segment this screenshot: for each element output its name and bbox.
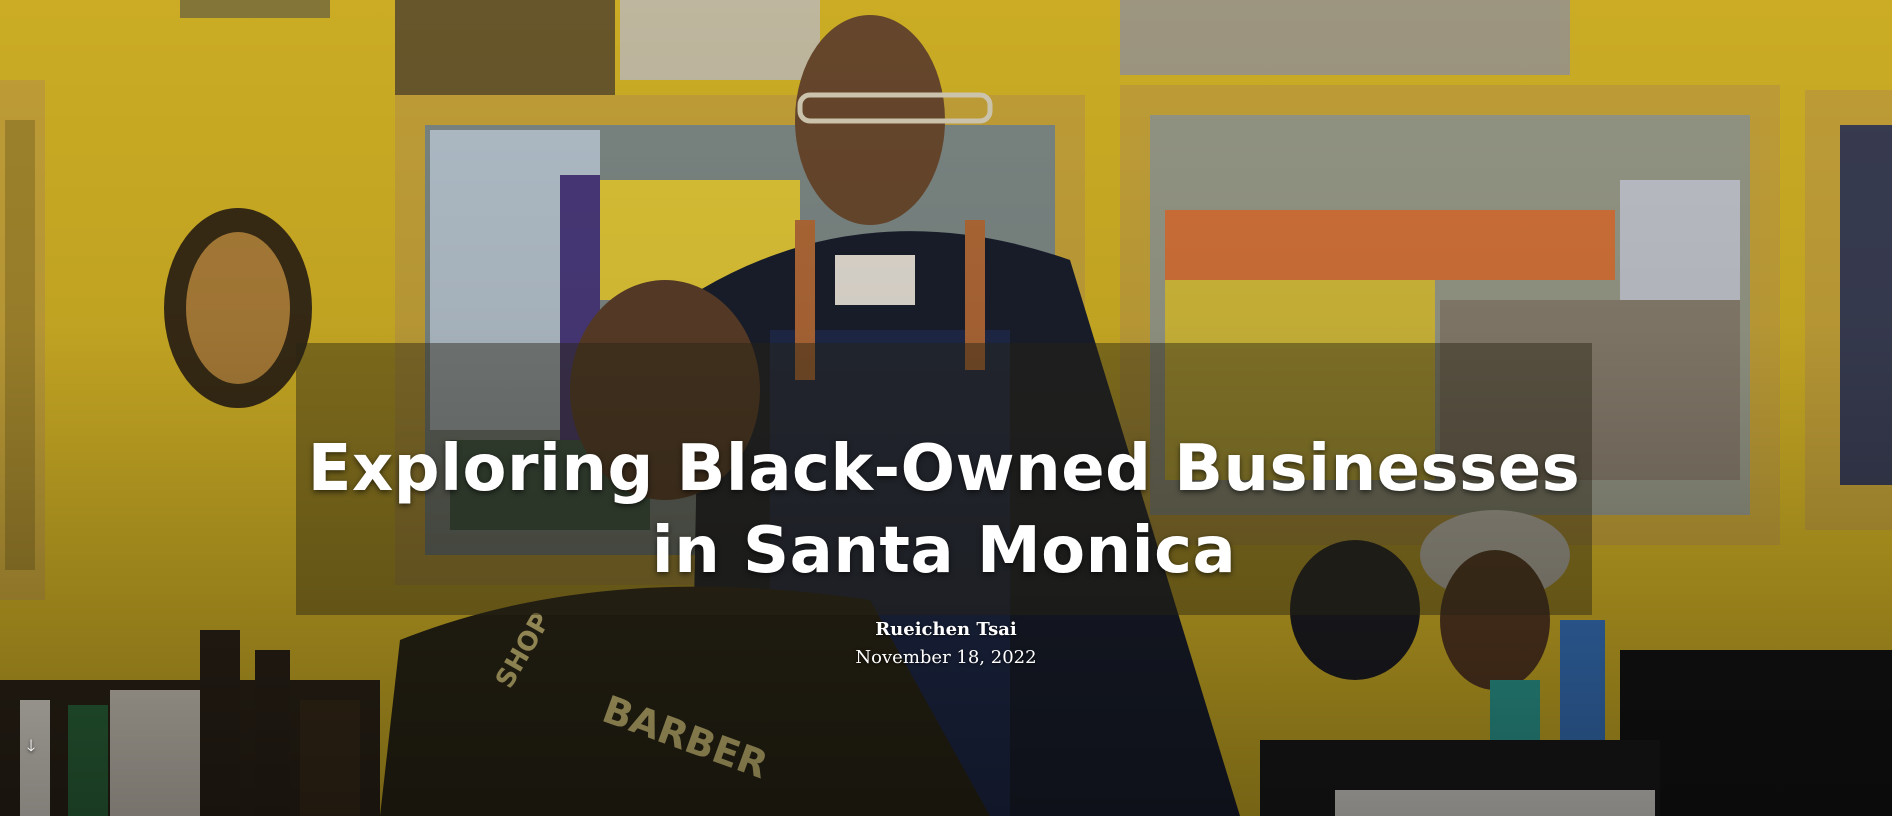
byline: Rueichen Tsai November 18, 2022 (0, 617, 1892, 673)
author-name: Rueichen Tsai (875, 619, 1017, 640)
publish-date: November 18, 2022 (855, 647, 1037, 668)
story-title: Exploring Black-Owned Businesses in Sant… (307, 432, 1581, 588)
hero-cover: BARBER SHOP Exploring Black-Owned Busine… (0, 0, 1892, 816)
arrow-down-icon[interactable]: 🡓 (20, 734, 42, 758)
